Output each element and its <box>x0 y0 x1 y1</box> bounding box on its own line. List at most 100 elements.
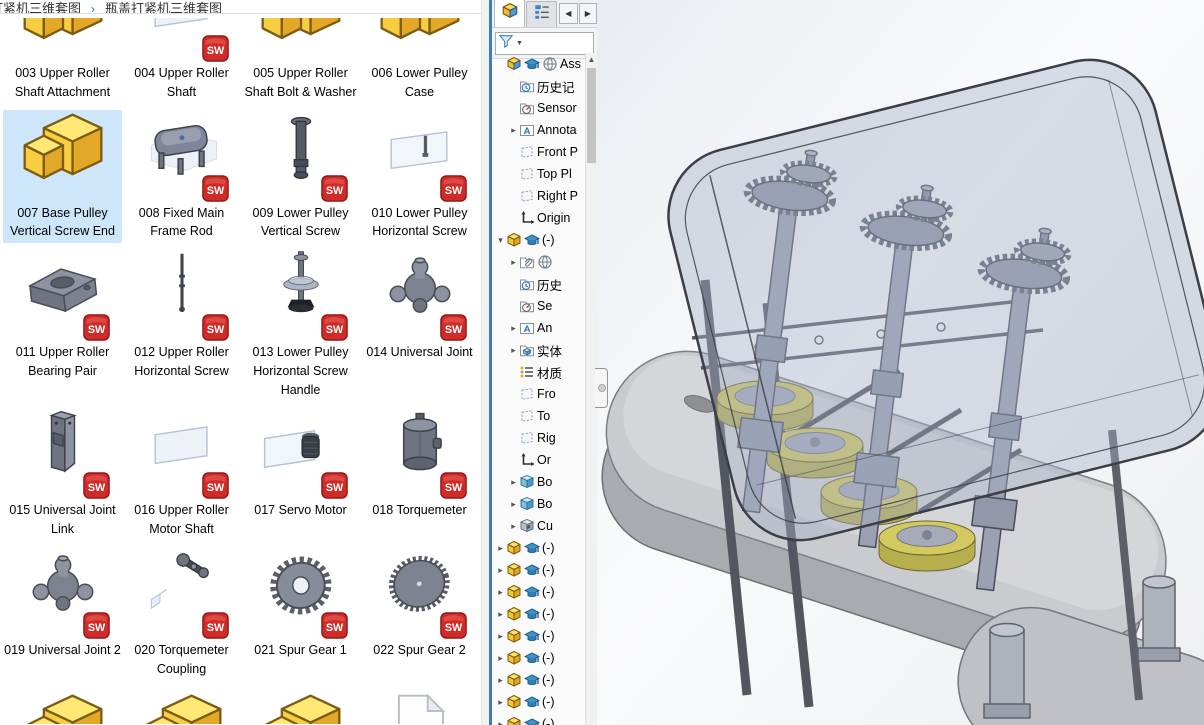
tree-item[interactable]: ▸ (-) <box>492 669 597 691</box>
tree-item[interactable]: ▸ (-) <box>492 625 597 647</box>
tree-item[interactable]: ▸ (-) <box>492 647 597 669</box>
file-item[interactable]: SW 010 Lower Pulley Horizontal Screw <box>360 110 479 244</box>
graphics-viewport[interactable] <box>597 0 1204 725</box>
file-item[interactable]: SW 016 Upper Roller Motor Shaft <box>122 407 241 541</box>
expand-right-icon[interactable]: ▸ <box>495 543 506 554</box>
filter-input[interactable]: ▼ <box>495 31 594 55</box>
tree-item[interactable]: ▸ (-) <box>492 713 597 725</box>
panel-splitter-handle[interactable] <box>595 368 608 408</box>
tree-item[interactable]: To <box>492 405 597 427</box>
tree-item[interactable]: Fro <box>492 383 597 405</box>
grad-cap-icon <box>524 716 540 725</box>
tree-item[interactable]: ▸ Bo <box>492 493 597 515</box>
file-item[interactable] <box>360 686 479 725</box>
expand-right-icon[interactable]: ▸ <box>508 125 519 136</box>
expand-right-icon[interactable]: ▸ <box>495 697 506 708</box>
part-yellow-icon <box>255 688 347 725</box>
file-item[interactable] <box>122 686 241 725</box>
tree-item[interactable]: ▸ <box>492 251 597 273</box>
expand-right-icon[interactable]: ▸ <box>495 653 506 664</box>
file-item[interactable]: SW 004 Upper Roller Shaft <box>122 16 241 104</box>
featuremanager-tab-tree-tab[interactable] <box>526 1 558 27</box>
tree-item[interactable]: ▸ (-) <box>492 581 597 603</box>
breadcrumb[interactable]: 打紧机三维套图 › 瓶盖打紧机三维套图 <box>0 0 481 14</box>
file-item[interactable]: SW 008 Fixed Main Frame Rod <box>122 110 241 244</box>
tree-item[interactable]: ▸ (-) <box>492 603 597 625</box>
tree-item[interactable]: Rig <box>492 427 597 449</box>
asm-tab-icon <box>501 2 519 25</box>
file-item[interactable]: SW 011 Upper Roller Bearing Pair <box>3 249 122 401</box>
tree-item[interactable]: Se <box>492 295 597 317</box>
file-item[interactable]: 006 Lower Pulley Case <box>360 16 479 104</box>
scrollbar-thumb[interactable] <box>587 68 596 163</box>
tree-item-label: (-) <box>542 629 555 643</box>
tree-item[interactable]: ▸ (-) <box>492 559 597 581</box>
tree-item[interactable]: Front P <box>492 141 597 163</box>
file-item[interactable]: SW 019 Universal Joint 2 <box>3 547 122 681</box>
file-item[interactable]: SW 013 Lower Pulley Horizontal Screw Hand… <box>241 249 360 401</box>
tree-item[interactable]: Top Pl <box>492 163 597 185</box>
scroll-up-icon[interactable]: ▲ <box>586 53 597 66</box>
tree-item[interactable]: Sensor <box>492 97 597 119</box>
viewport-canvas[interactable] <box>597 0 1204 725</box>
part-yellow-icon <box>17 18 109 64</box>
tree-item[interactable]: ▾ (-) <box>492 229 597 251</box>
tree-item[interactable]: ▸ Cu <box>492 515 597 537</box>
file-item[interactable]: SW 020 Torquemeter Coupling <box>122 547 241 681</box>
file-item[interactable]: 007 Base Pulley Vertical Screw End <box>3 109 122 243</box>
tree-item[interactable]: ▸ (-) <box>492 691 597 713</box>
expand-right-icon[interactable]: ▸ <box>495 631 506 642</box>
file-thumbnail: SW <box>127 251 237 343</box>
tree-item[interactable]: ▸ Bo <box>492 471 597 493</box>
svg-text:SW: SW <box>87 622 105 634</box>
tree-item[interactable]: 材质 <box>492 361 597 383</box>
file-item[interactable] <box>241 686 360 725</box>
breadcrumb-folder-current[interactable]: 瓶盖打紧机三维套图 <box>105 1 222 13</box>
svg-text:SW: SW <box>325 184 343 196</box>
tree-item[interactable]: ▸ 实体 <box>492 339 597 361</box>
tree-item[interactable]: Right P <box>492 185 597 207</box>
file-item[interactable]: SW 022 Spur Gear 2 <box>360 547 479 681</box>
origin-axes-icon <box>519 452 535 468</box>
tree-item[interactable]: ▸ A An <box>492 317 597 339</box>
expand-right-icon[interactable]: ▸ <box>508 323 519 334</box>
part-yellow-sm-icon <box>506 650 522 666</box>
tree-item[interactable]: 历史 <box>492 273 597 295</box>
tree-item[interactable]: Or <box>492 449 597 471</box>
file-item[interactable]: SW 015 Universal Joint Link <box>3 407 122 541</box>
expand-right-icon[interactable]: ▸ <box>508 499 519 510</box>
expand-right-icon[interactable]: ▸ <box>508 345 519 356</box>
tree-item-label: Top Pl <box>537 167 572 181</box>
expand-right-icon[interactable]: ▸ <box>495 587 506 598</box>
file-item[interactable]: 003 Upper Roller Shaft Attachment <box>3 16 122 104</box>
expand-right-icon[interactable]: ▸ <box>495 609 506 620</box>
tree-item[interactable]: 历史记 <box>492 75 597 97</box>
tree-item[interactable]: Ass <box>492 53 597 75</box>
part-yellow-icon <box>136 688 228 725</box>
filter-funnel-icon <box>498 33 514 54</box>
file-item[interactable]: SW 014 Universal Joint <box>360 249 479 401</box>
expand-right-icon[interactable]: ▸ <box>495 565 506 576</box>
filter-caret-icon[interactable]: ▼ <box>516 40 523 47</box>
featuremanager-tab-asm-tab[interactable] <box>494 0 526 27</box>
expand-down-icon[interactable]: ▾ <box>495 235 506 246</box>
panel-arrow-right-icon[interactable]: ▶ <box>578 3 597 24</box>
file-item[interactable]: SW 012 Upper Roller Horizontal Screw <box>122 249 241 401</box>
file-item[interactable]: SW 017 Servo Motor <box>241 407 360 541</box>
tree-item[interactable]: ▸ A Annota <box>492 119 597 141</box>
file-item[interactable]: SW 018 Torquemeter <box>360 407 479 541</box>
expand-right-icon[interactable]: ▸ <box>495 719 506 725</box>
file-item[interactable]: SW 009 Lower Pulley Vertical Screw <box>241 110 360 244</box>
file-item[interactable]: 005 Upper Roller Shaft Bolt & Washer <box>241 16 360 104</box>
expand-right-icon[interactable]: ▸ <box>508 477 519 488</box>
file-item[interactable] <box>3 686 122 725</box>
panel-arrow-left-icon[interactable]: ◀ <box>559 3 578 24</box>
breadcrumb-folder[interactable]: 打紧机三维套图 <box>0 1 81 13</box>
expand-right-icon[interactable]: ▸ <box>508 521 519 532</box>
history-folder-icon <box>519 78 535 94</box>
expand-right-icon[interactable]: ▸ <box>495 675 506 686</box>
expand-right-icon[interactable]: ▸ <box>508 257 519 268</box>
tree-item[interactable]: ▸ (-) <box>492 537 597 559</box>
tree-item[interactable]: Origin <box>492 207 597 229</box>
file-item[interactable]: SW 021 Spur Gear 1 <box>241 547 360 681</box>
